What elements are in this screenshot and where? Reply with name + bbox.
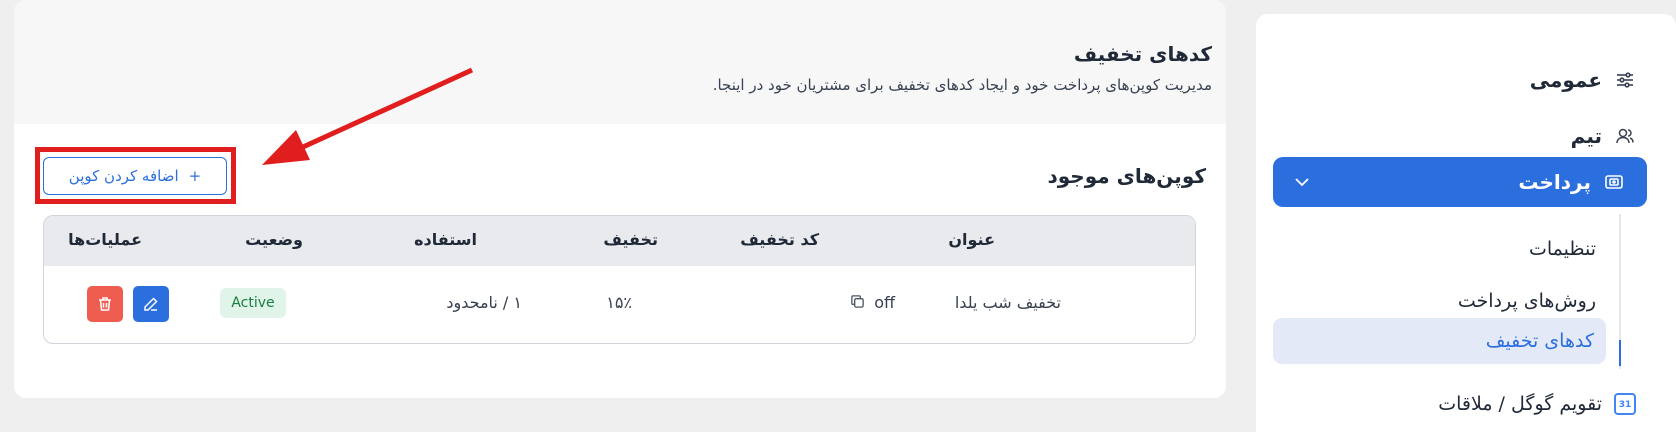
sidebar-subitem-payment-methods[interactable]: روش‌های پرداخت (1458, 290, 1596, 312)
users-icon (1614, 125, 1636, 147)
column-discount: تخفیف (603, 230, 658, 249)
cell-usage: ۱ / نامحدود (446, 293, 522, 312)
sliders-icon (1614, 69, 1636, 91)
sidebar-item-payment[interactable]: پرداخت (1273, 157, 1647, 207)
cell-title: تخفیف شب یلدا (954, 293, 1061, 312)
cell-discount: ۱۵٪ (606, 293, 632, 312)
sidebar-item-label: تیم (1570, 124, 1602, 148)
sidebar-item-label: عمومی (1529, 68, 1602, 92)
edit-button[interactable] (133, 286, 169, 322)
page-title: کدهای تخفیف (1073, 42, 1212, 66)
delete-button[interactable] (87, 286, 123, 322)
trash-icon (99, 297, 111, 311)
wallet-icon (1603, 171, 1625, 193)
column-actions: عملیات‌ها (68, 230, 142, 249)
sidebar-item-team[interactable]: تیم (1571, 124, 1636, 148)
status-badge: Active (220, 288, 286, 318)
sidebar-item-general[interactable]: عمومی (1530, 68, 1636, 92)
sidebar-item-label: پرداخت (1518, 170, 1591, 194)
page-description: مدیریت کوپن‌های پرداخت خود و ایجاد کدهای… (712, 76, 1212, 94)
edit-icon (144, 297, 158, 311)
copy-icon[interactable] (850, 294, 865, 313)
column-usage: استفاده (414, 230, 477, 249)
annotation-arrow (262, 67, 474, 165)
sidebar-subitem-settings[interactable]: تنظیمات (1529, 238, 1596, 260)
table-header: عنوان کد تخفیف تخفیف استفاده وضعیت عملیا… (44, 216, 1195, 266)
column-title: عنوان (948, 230, 995, 249)
page-header: کدهای تخفیف مدیریت کوپن‌های پرداخت خود و… (14, 0, 1226, 124)
plus-icon: + (188, 167, 202, 185)
cell-code: off (850, 293, 895, 313)
google-calendar-icon: 31 (1614, 393, 1636, 415)
sidebar-item-label: تقویم گوگل / ملاقات (1438, 393, 1602, 415)
settings-sidebar: عمومی تیم پرداخت تنظیمات روش‌های پرداخت … (1256, 14, 1676, 432)
sidebar-subitem-discount-codes[interactable]: کدهای تخفیف (1273, 318, 1606, 364)
column-status: وضعیت (245, 230, 303, 249)
chevron-down-icon[interactable] (1291, 171, 1313, 193)
add-coupon-button[interactable]: + اضافه کردن کوپن (43, 157, 227, 195)
discount-codes-panel: کدهای تخفیف مدیریت کوپن‌های پرداخت خود و… (14, 0, 1226, 398)
section-title: کوپن‌های موجود (1047, 164, 1207, 188)
submenu-active-indicator (1619, 340, 1621, 366)
add-coupon-label: اضافه کردن کوپن (68, 167, 179, 185)
sidebar-item-google-calendar[interactable]: 31 تقویم گوگل / ملاقات (1438, 393, 1636, 415)
sidebar-subitem-label: کدهای تخفیف (1485, 330, 1594, 352)
coupons-table: عنوان کد تخفیف تخفیف استفاده وضعیت عملیا… (43, 215, 1196, 344)
column-code: کد تخفیف (740, 230, 819, 249)
